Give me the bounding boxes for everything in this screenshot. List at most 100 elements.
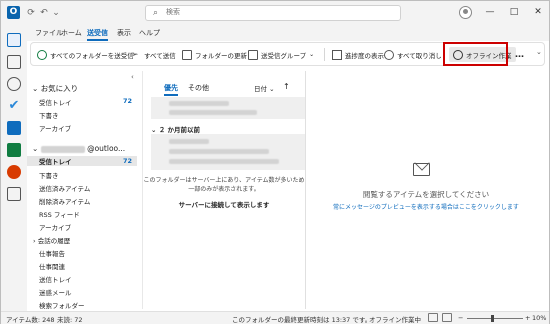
reading-pane: 閲覧するアイテムを選択してください 常にメッセージのプレビューを表示する場合はこ… (305, 71, 545, 309)
folder-rss[interactable]: RSS フィード (39, 209, 80, 219)
tab-send-receive[interactable]: 送受信 (87, 28, 108, 41)
progress-icon (332, 49, 342, 60)
folder-work-report[interactable]: 仕事報告 (39, 248, 65, 258)
account-header[interactable]: ⌄ @outloo... (32, 144, 125, 153)
connect-to-server-link[interactable]: サーバーに接続して表示します (143, 199, 305, 209)
tab-help[interactable]: ヘルプ (139, 28, 160, 38)
folder-pane: ‹ ⌄ お気に入り 受信トレイ 72 下書き アーカイブ ⌄ @outloo..… (27, 71, 140, 310)
cancel-icon (384, 49, 394, 60)
server-folder-note: このフォルダーはサーバー上にあり、アイテム数が多いため 一部のみが表示されます。 (143, 177, 305, 193)
account-inbox[interactable]: 受信トレイ (27, 156, 137, 166)
item-count: アイテム数: 248 (6, 316, 55, 324)
tab-other[interactable]: その他 (188, 83, 209, 93)
reading-view-icon[interactable] (442, 313, 452, 322)
unread-count-status: 未読: 72 (57, 316, 83, 324)
show-progress-button[interactable]: 進捗度の表示 (332, 47, 384, 62)
zoom-in-icon[interactable]: + (525, 314, 530, 322)
message-list: 優先 その他 日付 ⌄ ↑ ⌄ ２ か月前以前 このフォルダーはサーバー上にあり… (142, 71, 305, 309)
chevron-right-icon: › (33, 237, 36, 245)
favorites-archive[interactable]: アーカイブ (39, 123, 71, 133)
chevron-down-icon: ⌄ (32, 144, 39, 153)
menu-bar: ファイル ホーム 送受信 表示 ヘルプ (1, 25, 549, 41)
send-receive-all-button[interactable]: すべてのフォルダーを送受信 (37, 47, 134, 62)
folder-search-folders[interactable]: 検索フォルダー (39, 300, 85, 310)
redacted-preview (169, 159, 279, 164)
sync-icon (37, 49, 47, 60)
sync-icon[interactable]: ⟳ (25, 7, 37, 19)
redacted-subject (169, 149, 269, 154)
folder-sent[interactable]: 送信済みアイテム (39, 183, 90, 193)
app-rail: ✔ (1, 25, 27, 311)
list-item[interactable] (151, 97, 305, 119)
tab-file[interactable]: ファイル (35, 28, 63, 38)
favorites-header[interactable]: ⌄ お気に入り (32, 83, 78, 94)
folder-work-related[interactable]: 仕事関連 (39, 261, 65, 271)
sort-by-date[interactable]: 日付 ⌄ (254, 83, 275, 93)
calendar-icon[interactable] (7, 55, 21, 69)
chevron-down-icon: ⌄ (151, 126, 157, 134)
title-bar: O ⟳ ↶ ⌄ ⌕ — □ ✕ (1, 1, 549, 25)
sort-direction-icon[interactable]: ↑ (283, 82, 290, 91)
cancel-all-button[interactable]: すべて取り消し (384, 47, 442, 62)
chevron-down-icon: ⌄ (32, 84, 39, 93)
update-folder-button[interactable]: フォルダーの更新 (182, 47, 247, 62)
outlook-app-icon[interactable] (7, 121, 21, 135)
normal-view-icon[interactable] (428, 313, 438, 322)
list-item[interactable] (151, 134, 305, 170)
folder-archive[interactable]: アーカイブ (39, 222, 71, 232)
offline-status[interactable]: オフライン作業中 (369, 314, 421, 324)
search-icon: ⌕ (153, 8, 159, 18)
folder-sync-icon (182, 49, 192, 60)
account-avatar-icon[interactable] (459, 6, 472, 19)
more-options-button[interactable]: … (515, 47, 524, 62)
reading-pane-message: 閲覧するアイテムを選択してください (362, 190, 490, 199)
folder-outbox[interactable]: 送信トレイ (39, 274, 72, 284)
people-icon[interactable] (7, 77, 21, 91)
maximize-icon[interactable]: □ (507, 6, 521, 19)
chevron-down-icon[interactable]: ⌄ (536, 48, 542, 56)
outlook-window: O ⟳ ↶ ⌄ ⌕ — □ ✕ ファイル ホーム 送受信 表示 ヘルプ ✔ すべ… (0, 0, 550, 324)
send-icon: ➢ (131, 49, 139, 60)
group-icon (248, 49, 258, 60)
search-box[interactable]: ⌕ (145, 5, 401, 21)
chevron-down-icon: ⌄ (309, 51, 315, 58)
always-preview-link[interactable]: 常にメッセージのプレビューを表示する場合はここをクリックします (306, 202, 546, 211)
favorites-drafts[interactable]: 下書き (39, 110, 59, 120)
zoom-level[interactable]: 10% (532, 314, 546, 322)
tab-view[interactable]: 表示 (117, 28, 131, 38)
redacted-sender (169, 139, 209, 144)
excel-app-icon[interactable] (7, 143, 21, 157)
collapse-pane-icon[interactable]: ‹ (131, 73, 134, 81)
folder-drafts[interactable]: 下書き (39, 170, 59, 180)
more-apps-icon[interactable] (7, 187, 21, 201)
zoom-out-icon[interactable]: − (458, 314, 463, 322)
zoom-slider[interactable] (467, 318, 523, 319)
tab-focused[interactable]: 優先 (164, 83, 178, 96)
last-update-status: このフォルダーの最終更新時刻は 13:37 です。 (232, 316, 372, 324)
redacted-sender (169, 101, 229, 106)
unread-count: 72 (123, 97, 133, 105)
redacted-subject (169, 110, 257, 115)
send-receive-group-button[interactable]: 送受信グループ ⌄ (248, 47, 314, 62)
folder-junk[interactable]: 迷惑メール (39, 287, 72, 297)
minimize-icon[interactable]: — (483, 6, 497, 19)
send-all-button[interactable]: ➢ すべて送信 (131, 47, 176, 62)
search-input[interactable] (166, 8, 366, 16)
highlight-box (443, 42, 508, 66)
customize-toolbar-icon[interactable]: ⌄ (50, 7, 62, 19)
envelope-icon (413, 163, 430, 176)
folder-conversation-history[interactable]: › 会話の履歴 (33, 235, 70, 245)
office-app-icon[interactable] (7, 165, 21, 179)
folder-deleted[interactable]: 削除済みアイテム (39, 196, 90, 206)
close-icon[interactable]: ✕ (531, 6, 545, 19)
undo-icon[interactable]: ↶ (38, 7, 50, 19)
outlook-logo-icon: O (7, 6, 20, 19)
tab-home[interactable]: ホーム (61, 28, 82, 38)
favorites-inbox[interactable]: 受信トレイ (39, 97, 72, 107)
mail-icon[interactable] (7, 33, 21, 47)
zoom-slider-thumb[interactable] (491, 315, 494, 322)
section-two-months-ago[interactable]: ⌄ ２ か月前以前 (151, 124, 305, 134)
account-name-redacted (40, 145, 85, 153)
ribbon-divider (324, 48, 325, 61)
todo-icon[interactable]: ✔ (7, 99, 21, 113)
